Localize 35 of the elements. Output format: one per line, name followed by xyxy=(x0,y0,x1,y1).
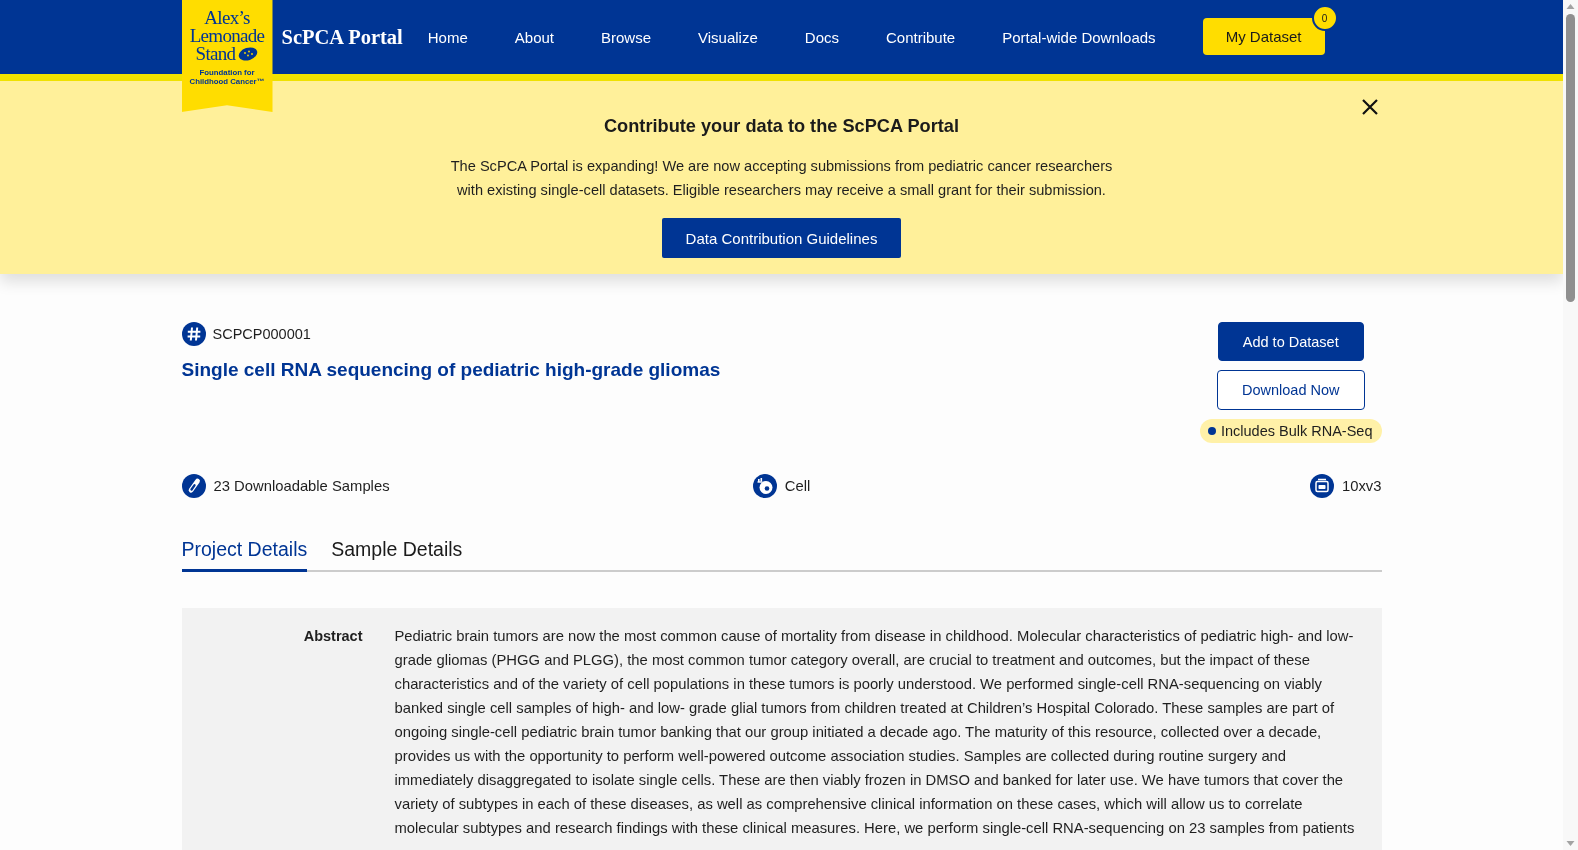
nav-link[interactable]: Visualize xyxy=(698,28,758,46)
logo-text: Lemonade xyxy=(189,27,265,45)
stat-text: 10xv3 xyxy=(1342,478,1382,494)
dataset-count-badge: 0 xyxy=(1311,5,1338,31)
device-icon xyxy=(1310,474,1334,498)
nav-link[interactable]: Portal-wide Downloads xyxy=(1002,28,1156,46)
logo-text: Alex’s xyxy=(204,9,250,27)
nav-link[interactable]: Home xyxy=(427,28,468,46)
project-id: SCPCP000001 xyxy=(212,326,311,342)
download-button[interactable]: Download Now xyxy=(1216,370,1365,410)
nav-link[interactable]: Docs xyxy=(804,28,839,46)
nav-link[interactable]: Browse xyxy=(601,28,652,46)
detail-label: Abstract xyxy=(302,627,363,646)
cell-icon xyxy=(752,474,777,498)
abstract-text: Pediatric brain tumors are now the most common cause of mortality from disease in childhood. Molecular characteristics of pediatric high- and low-grade gliomas (PHGG and PLGG), the most common tumor category overall, are crucial to treatment and outcomes, but the impact of these characteristics and of the variety of cell populations in these tumors is poorly understood. We performed single-cell RNA-sequencing on viably banked single cell samples of high- and low- grade glial tumors from children treated at Children’s Hospital Colorado. These samples are part of ongoing single-cell pediatric brain tumor banking that our group initiated a decade ago. The maturity of this resource, collected over a decade, provides us with the opportunity to perform well-powered outcome association studies. Samples are collected during routine surgery and immediately disaggregated to isolate single cells. These are then viably frozen in DMSO and banked for later use. We have tumors that cover the variety of subtypes in each of these diseases, as well as comprehensive clinical information on these cases, which will allow us to correlate molecular subtypes and research findings with these clinical measures. Here, we perform single-cell RNA-sequencing on 23 samples from patients xyxy=(394,627,1356,838)
stat-text: 23 Downloadable Samples xyxy=(213,478,390,494)
pill-label: Includes Bulk RNA-Seq xyxy=(1221,423,1373,439)
banner-text: The ScPCA Portal is expanding! We are now accepting submissions from pediatric cancer researchers with existing single-cell datasets. Eligible researchers may receive a small grant for their submission. xyxy=(450,157,1113,200)
scrollbar[interactable] xyxy=(1563,0,1578,850)
tab[interactable]: Project Details xyxy=(181,533,308,572)
nav-link[interactable]: About xyxy=(514,28,554,46)
stat-text: Cell xyxy=(784,478,811,494)
banner-heading: Contribute your data to the ScPCA Portal xyxy=(604,115,959,138)
logo-text: Stand xyxy=(195,45,236,63)
hash-icon xyxy=(181,322,206,346)
site-title[interactable]: ScPCA Portal xyxy=(281,23,403,51)
lemon-icon xyxy=(238,47,259,61)
tab[interactable]: Sample Details xyxy=(331,533,463,572)
guidelines-button[interactable]: Data Contribution Guidelines xyxy=(661,218,902,258)
close-icon[interactable] xyxy=(1360,98,1379,116)
add-to-dataset-button[interactable]: Add to Dataset xyxy=(1217,322,1364,361)
project-title: Single cell RNA sequencing of pediatric high-grade gliomas xyxy=(181,358,721,382)
test-tube-icon xyxy=(181,474,206,498)
status-dot-icon xyxy=(1208,427,1216,435)
nav-link[interactable]: Contribute xyxy=(886,28,956,46)
